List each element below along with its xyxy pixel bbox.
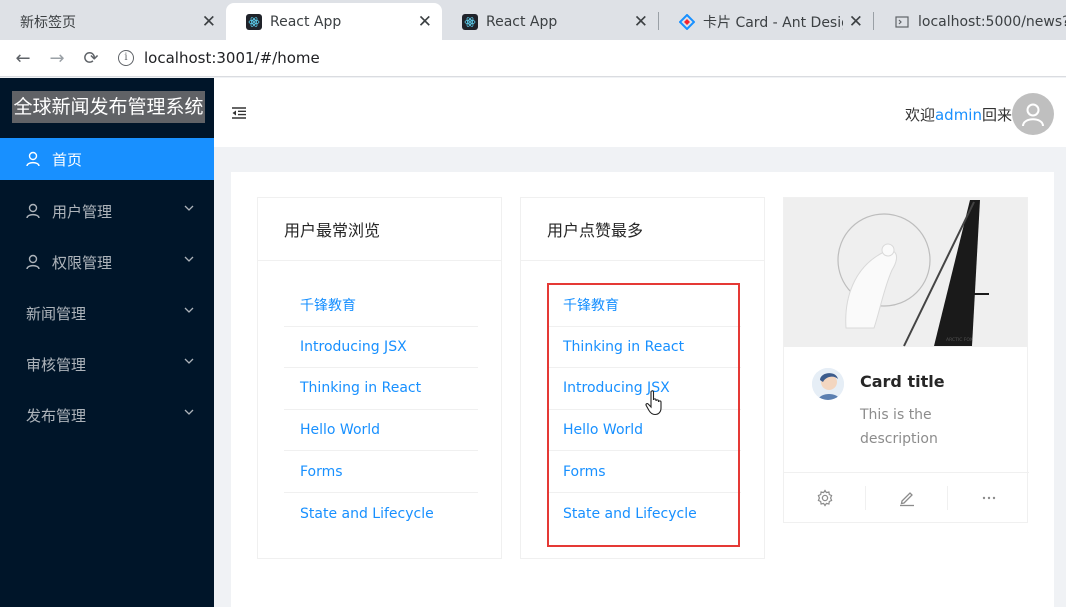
chevron-down-icon [184,256,194,262]
tab-ant-design-card[interactable]: 卡片 Card - Ant Design ✕ [659,3,873,40]
sidebar: 全球新闻发布管理系统 首页 用户管理 权限管理 新闻管理 审核管理 发布管理 [0,78,214,607]
cover-caption: ARCTIC FOX [946,337,973,343]
info-icon[interactable]: i [118,50,134,66]
user-icon [26,254,42,270]
list-item[interactable]: State and Lifecycle [547,493,741,535]
list-item[interactable]: Introducing JSX [547,368,741,410]
setting-action[interactable] [784,486,865,510]
tab-title: 卡片 Card - Ant Design [703,14,843,31]
tab-title: localhost:5000/news?pu [918,13,1066,30]
tab-title: React App [270,13,342,30]
sidebar-item-user-management[interactable]: 用户管理 [0,190,214,232]
user-avatar[interactable] [1012,93,1054,135]
chevron-down-icon [184,358,194,364]
browser-tab-bar: 新标签页 ✕ React App ✕ React App ✕ 卡片 Card -… [0,0,1066,40]
close-icon[interactable]: ✕ [634,12,648,32]
card-description: This is the description [860,407,938,447]
card-actions [784,472,1029,522]
tab-react-app[interactable]: React App ✕ [442,3,658,40]
sidebar-item-label: 权限管理 [52,253,113,272]
list-item[interactable]: Forms [547,451,741,493]
list-item[interactable]: Introducing JSX [284,327,478,369]
forward-arrow-icon[interactable]: → [40,48,74,69]
setting-icon [817,488,832,507]
list-item[interactable]: 千锋教育 [284,285,478,327]
ellipsis-icon [982,496,995,499]
sidebar-item-news-management[interactable]: 新闻管理 [0,292,214,334]
edit-action[interactable] [865,485,947,510]
welcome-prefix: 欢迎 [904,106,935,124]
card-title: 用户点赞最多 [521,198,764,261]
tab-localhost-news[interactable]: localhost:5000/news?pu [874,3,1066,40]
sidebar-item-label: 首页 [52,150,83,169]
tab-new-tab[interactable]: 新标签页 ✕ [0,3,226,40]
list-item[interactable]: Thinking in React [547,327,741,369]
most-liked-card: 用户点赞最多 千锋教育 Thinking in React Introducin… [520,197,765,559]
avatar [812,368,844,400]
card-cover-image: ARCTIC FOX [784,198,1027,347]
main-content: 用户最常浏览 千锋教育 Introducing JSX Thinking in … [231,172,1054,607]
tab-title: React App [486,13,558,30]
list-item[interactable]: State and Lifecycle [284,493,478,535]
chevron-down-icon [184,409,194,415]
most-viewed-list: 千锋教育 Introducing JSX Thinking in React H… [284,285,478,535]
address-bar: ← → ⟳ i localhost:3001/#/home [0,40,1066,77]
user-icon [26,203,42,219]
back-arrow-icon[interactable]: ← [6,48,40,69]
welcome-message: 欢迎admin回来 [905,104,1012,125]
react-icon [462,13,478,30]
card-title: Card title [860,372,945,391]
user-icon [26,151,42,167]
most-liked-list: 千锋教育 Thinking in React Introducing JSX H… [547,285,741,535]
list-item[interactable]: Thinking in React [284,368,478,410]
user-icon [1022,103,1044,127]
most-viewed-card: 用户最常浏览 千锋教育 Introducing JSX Thinking in … [257,197,502,559]
username: admin [934,106,982,124]
menu-fold-icon[interactable] [232,107,246,119]
app-logo-title: 全球新闻发布管理系统 [12,91,205,123]
more-action[interactable] [947,485,1029,510]
close-icon[interactable]: ✕ [202,12,216,32]
edit-icon [899,491,914,506]
sidebar-item-permission-management[interactable]: 权限管理 [0,241,214,283]
sidebar-item-publish-management[interactable]: 发布管理 [0,394,214,436]
sidebar-item-audit-management[interactable]: 审核管理 [0,343,214,385]
url-text[interactable]: localhost:3001/#/home [144,49,320,67]
sidebar-item-label: 用户管理 [52,202,113,221]
card-meta: Card title This is the description [812,368,950,451]
sidebar-item-home[interactable]: 首页 [0,138,214,180]
sidebar-item-label: 发布管理 [26,406,87,425]
welcome-suffix: 回来 [981,106,1012,124]
profile-card: ARCTIC FOX Card title This is the descri… [783,197,1029,523]
page-icon [894,14,910,30]
list-item[interactable]: Forms [284,451,478,493]
close-icon[interactable]: ✕ [849,12,863,32]
close-icon[interactable]: ✕ [418,12,432,32]
sidebar-item-label: 新闻管理 [26,304,87,323]
chevron-down-icon [184,205,194,211]
list-item[interactable]: Hello World [284,410,478,452]
tab-title: 新标签页 [20,14,76,31]
list-item[interactable]: 千锋教育 [547,285,741,327]
reload-icon[interactable]: ⟳ [74,48,108,69]
url-field[interactable]: i localhost:3001/#/home [118,49,320,67]
sidebar-item-label: 审核管理 [26,355,87,374]
ant-design-icon [679,13,695,30]
react-icon [246,13,262,30]
top-header: 欢迎admin回来 [214,78,1066,147]
tab-react-app-active[interactable]: React App ✕ [226,3,442,40]
list-item[interactable]: Hello World [547,410,741,452]
card-title: 用户最常浏览 [258,198,501,261]
chevron-down-icon [184,307,194,313]
hand-cursor-icon [645,390,662,416]
